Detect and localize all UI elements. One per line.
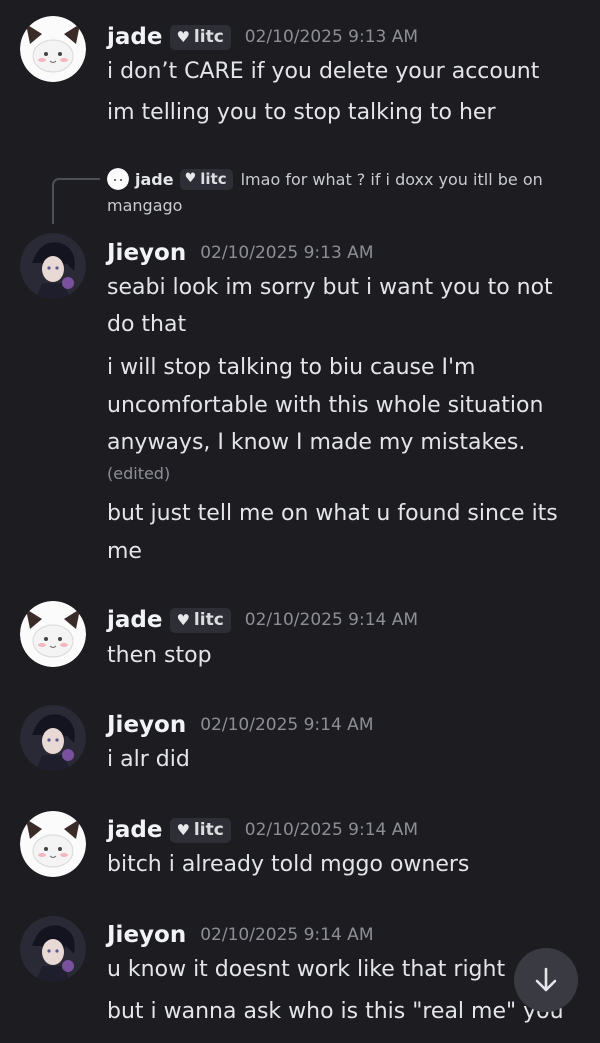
heart-icon: ♥ — [184, 171, 197, 186]
username[interactable]: Jieyon — [107, 240, 186, 266]
message-text: u know it doesnt work like that right — [107, 957, 506, 982]
avatar-jieyon[interactable] — [20, 916, 86, 982]
reply-text-cont: mangago — [107, 196, 183, 215]
message-text: bitch i already told mggo owners — [107, 852, 470, 877]
guild-tag-label: litc — [193, 609, 224, 630]
message-text: im telling you to stop talking to her — [107, 100, 496, 125]
username[interactable]: jade — [107, 24, 162, 50]
timestamp: 02/10/2025 9:13 AM — [200, 243, 374, 263]
reply-preview[interactable]: jade ♥ litc lmao for what ? if i doxx you… — [107, 168, 587, 215]
avatar-jade[interactable] — [20, 811, 86, 877]
reply-author: jade — [135, 169, 174, 189]
avatar-jieyon[interactable] — [20, 705, 86, 771]
message-text: then stop — [107, 643, 212, 668]
reply-text: lmao for what ? if i doxx you itll be on — [240, 169, 543, 189]
guild-tag[interactable]: ♥ litc — [170, 24, 231, 50]
reply-avatar — [107, 168, 129, 190]
message-text: i alr did — [107, 747, 190, 772]
timestamp: 02/10/2025 9:13 AM — [244, 27, 419, 47]
heart-icon: ♥ — [176, 820, 190, 839]
guild-tag-label: litc — [193, 26, 224, 47]
guild-tag-label: litc — [193, 819, 224, 840]
avatar-jade[interactable] — [20, 16, 86, 82]
heart-icon: ♥ — [176, 610, 190, 629]
timestamp: 02/10/2025 9:14 AM — [200, 715, 374, 735]
timestamp: 02/10/2025 9:14 AM — [200, 925, 374, 945]
message-text: uncomfortable with this whole situation — [107, 393, 544, 418]
username[interactable]: jade — [107, 817, 162, 843]
message-text: me — [107, 539, 142, 564]
message-text: i will stop talking to biu cause I'm — [107, 355, 476, 380]
avatar-jade[interactable] — [20, 601, 86, 667]
reply-guild-tag-label: litc — [200, 169, 227, 188]
heart-icon: ♥ — [176, 27, 190, 46]
message-text: anyways, I know I made my mistakes. — [107, 430, 526, 455]
guild-tag[interactable]: ♥ litc — [170, 607, 231, 633]
username[interactable]: jade — [107, 607, 162, 633]
edited-label: (edited) — [107, 464, 171, 483]
scroll-to-bottom-button[interactable] — [514, 948, 578, 1012]
reply-guild-tag: ♥ litc — [179, 168, 233, 190]
arrow-down-icon — [535, 967, 557, 992]
message-text: seabi look im sorry but i want you to no… — [107, 275, 553, 300]
message-text: do that — [107, 312, 187, 337]
timestamp: 02/10/2025 9:14 AM — [244, 610, 419, 630]
username[interactable]: Jieyon — [107, 712, 186, 738]
avatar-jieyon[interactable] — [20, 233, 86, 299]
message-text: but i wanna ask who is this "real me" yo… — [107, 999, 564, 1024]
message-text: but just tell me on what u found since i… — [107, 501, 558, 526]
message-text: i don’t CARE if you delete your account — [107, 59, 540, 84]
username[interactable]: Jieyon — [107, 922, 186, 948]
guild-tag[interactable]: ♥ litc — [170, 817, 231, 843]
timestamp: 02/10/2025 9:14 AM — [244, 820, 419, 840]
reply-connector — [52, 178, 100, 224]
